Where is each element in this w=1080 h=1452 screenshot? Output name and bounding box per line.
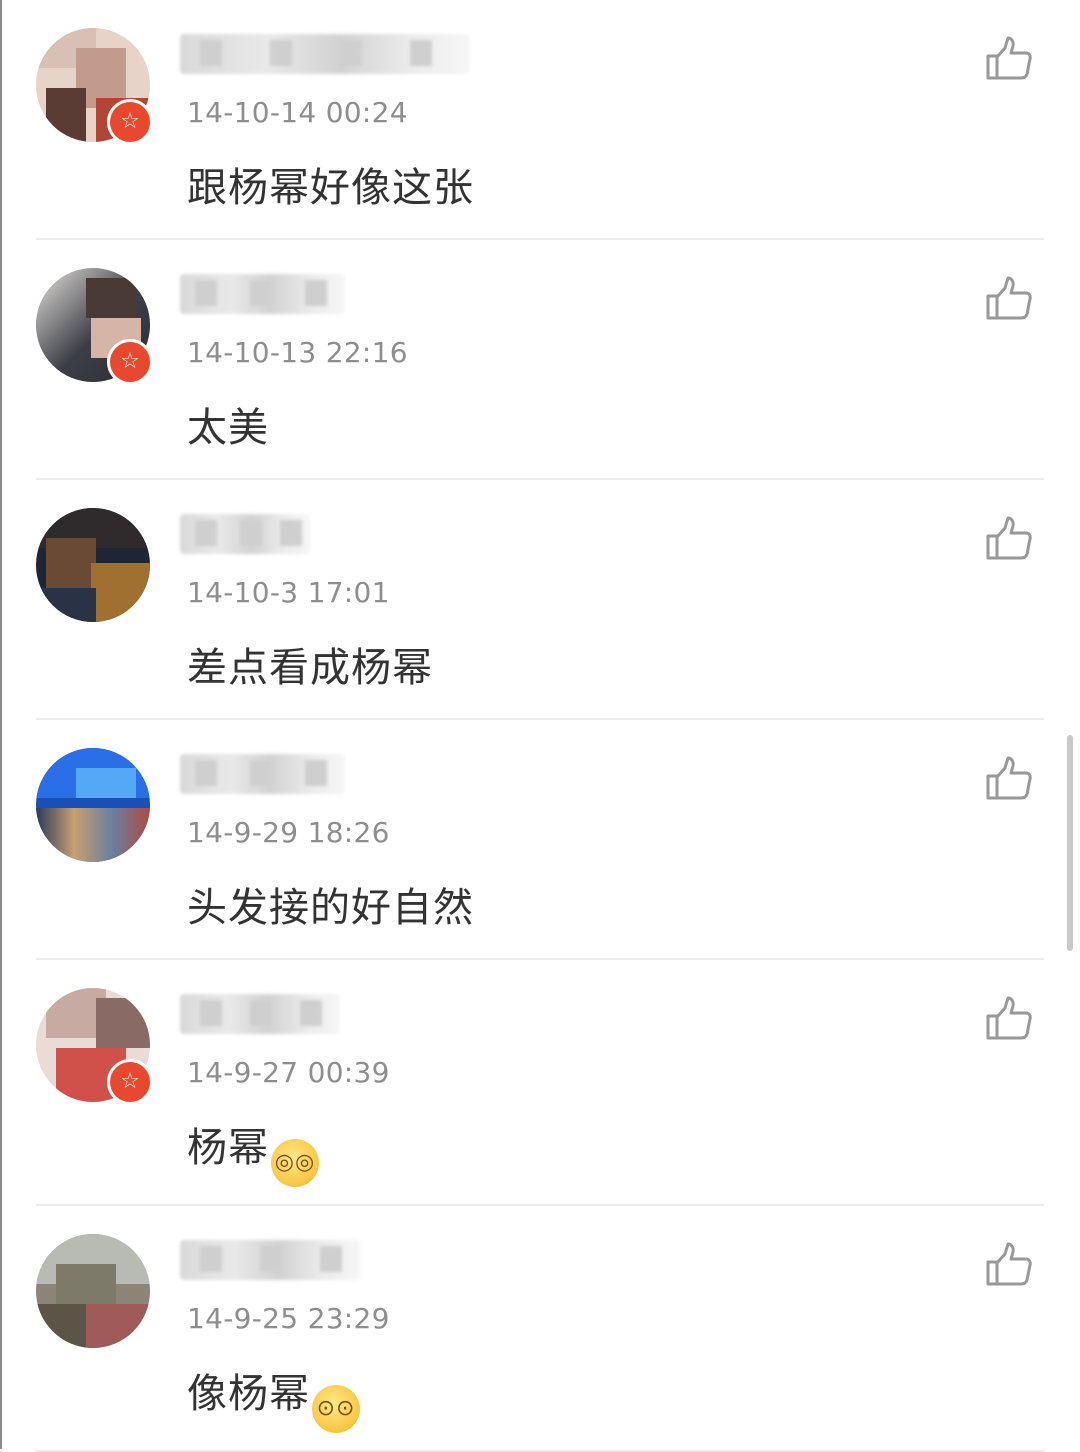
comment-timestamp: 14-9-25 23:29 — [187, 1302, 390, 1335]
dizzy-face-emoji-icon: ◎◎ — [271, 1139, 319, 1187]
comment-item: 14-9-29 18:26 头发接的好自然 — [0, 720, 1080, 960]
avatar[interactable] — [36, 1234, 150, 1348]
comment-text: 头发接的好自然 — [187, 885, 474, 931]
comment-text: 杨幂 ◎◎ — [187, 1115, 319, 1187]
username-blurred[interactable] — [180, 274, 345, 314]
comment-item: ☆ 14-10-14 00:24 跟杨幂好像这张 — [0, 0, 1080, 240]
comment-item: 14-9-25 23:29 像杨幂 ⊙⊙ — [0, 1206, 1080, 1452]
username-blurred[interactable] — [180, 34, 470, 74]
username-blurred[interactable] — [180, 994, 340, 1034]
avatar[interactable] — [36, 508, 150, 622]
thumbs-up-icon[interactable] — [984, 274, 1034, 324]
comment-timestamp: 14-9-27 00:39 — [187, 1056, 390, 1089]
thumbs-up-icon[interactable] — [984, 34, 1034, 84]
comment-text: 像杨幂 ⊙⊙ — [187, 1361, 360, 1433]
comment-item: ☆ 14-9-27 00:39 杨幂 ◎◎ — [0, 960, 1080, 1206]
thumbs-up-icon[interactable] — [984, 754, 1034, 804]
comment-item: ☆ 14-10-13 22:16 太美 — [0, 240, 1080, 480]
verified-badge-icon: ☆ — [107, 1059, 153, 1105]
comment-item: 14-10-3 17:01 差点看成杨幂 — [0, 480, 1080, 720]
astonished-face-emoji-icon: ⊙⊙ — [312, 1385, 360, 1433]
avatar[interactable] — [36, 748, 150, 862]
username-blurred[interactable] — [180, 1240, 360, 1280]
comment-timestamp: 14-10-14 00:24 — [187, 96, 408, 129]
comment-timestamp: 14-10-13 22:16 — [187, 336, 408, 369]
comment-timestamp: 14-9-29 18:26 — [187, 816, 390, 849]
thumbs-up-icon[interactable] — [984, 514, 1034, 564]
thumbs-up-icon[interactable] — [984, 1240, 1034, 1290]
username-blurred[interactable] — [180, 514, 310, 554]
verified-badge-icon: ☆ — [107, 99, 153, 145]
comment-text: 跟杨幂好像这张 — [187, 165, 474, 211]
thumbs-up-icon[interactable] — [984, 994, 1034, 1044]
verified-badge-icon: ☆ — [107, 339, 153, 385]
comment-timestamp: 14-10-3 17:01 — [187, 576, 390, 609]
comment-text: 差点看成杨幂 — [187, 645, 433, 691]
username-blurred[interactable] — [180, 754, 345, 794]
comment-text: 太美 — [187, 405, 269, 451]
comment-list: ☆ 14-10-14 00:24 跟杨幂好像这张 ☆ 14-10-13 22:1… — [0, 0, 1080, 1452]
scrollbar-thumb[interactable] — [1067, 735, 1073, 951]
